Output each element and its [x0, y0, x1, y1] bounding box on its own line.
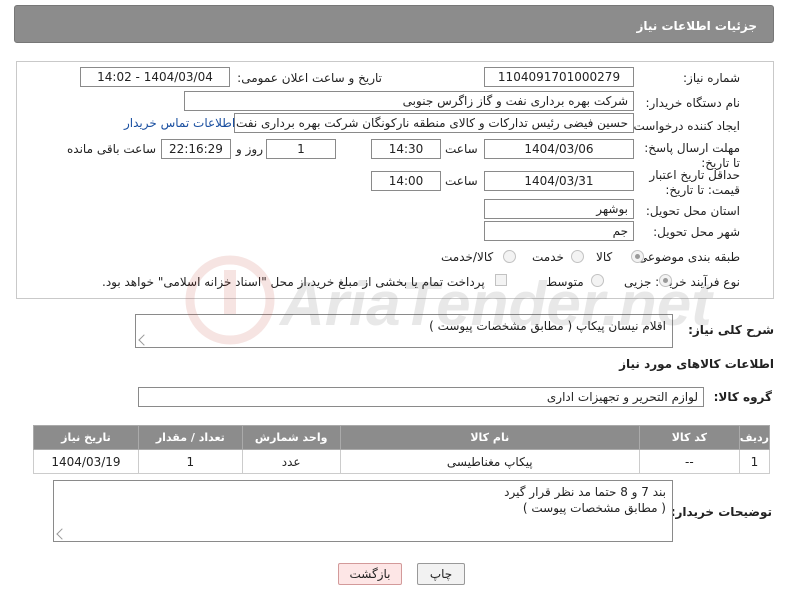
- deadline-date-field: 1404/03/06: [484, 139, 634, 159]
- col-code: کد کالا: [638, 425, 740, 450]
- back-button[interactable]: بازگشت: [338, 563, 402, 585]
- category-both-label: کالا/خدمت: [441, 250, 494, 264]
- cell-name: پیکاپ مغناطیسی: [339, 449, 640, 474]
- creator-label: ایجاد کننده درخواست:: [629, 119, 740, 133]
- col-index: ردیف: [738, 425, 771, 450]
- cell-unit: عدد: [241, 449, 341, 474]
- goods-table-header: ردیف کد کالا نام کالا واحد شمارش تعداد /…: [33, 425, 771, 450]
- cell-index: 1: [738, 449, 771, 474]
- cell-date: 1404/03/19: [33, 449, 139, 474]
- need-number-label: شماره نیاز:: [683, 71, 740, 85]
- province-label: استان محل تحویل:: [645, 204, 740, 218]
- buyer-notes-textarea[interactable]: بند 7 و 8 حتما مد نظر قرار گیرد ( مطابق …: [53, 480, 673, 542]
- cell-code: --: [638, 449, 740, 474]
- process-minor-label: جزیی: [624, 275, 652, 289]
- col-qty: تعداد / مقدار: [137, 425, 243, 450]
- col-name: نام کالا: [339, 425, 640, 450]
- days-label: روز و: [236, 142, 263, 156]
- remaining-time-field: 22:16:29: [161, 139, 231, 159]
- table-row[interactable]: 1 -- پیکاپ مغناطیسی عدد 1 1404/03/19: [33, 449, 771, 474]
- remaining-label: ساعت باقی مانده: [67, 142, 157, 156]
- need-number-field: 1104091701000279: [484, 67, 634, 87]
- goods-table: ردیف کد کالا نام کالا واحد شمارش تعداد /…: [33, 425, 771, 474]
- col-unit: واحد شمارش: [241, 425, 341, 450]
- city-label: شهر محل تحویل:: [653, 225, 740, 239]
- buyer-notes-label: توضیحات خریدار:: [670, 505, 772, 519]
- deadline-time-label: ساعت: [445, 142, 478, 156]
- announce-date-field: 1404/03/04 - 14:02: [80, 67, 230, 87]
- process-medium-radio[interactable]: [591, 274, 604, 287]
- city-field: جم: [484, 221, 634, 241]
- resize-handle-icon[interactable]: [56, 528, 68, 540]
- category-service-radio[interactable]: [571, 250, 584, 263]
- description-text: اقلام نیسان پیکاپ ( مطابق مشخصات پیوست ): [429, 319, 666, 333]
- buyer-contact-link[interactable]: اطلاعات تماس خریدار: [124, 116, 235, 130]
- page-title: جزئیات اطلاعات نیاز: [636, 19, 757, 33]
- treasury-payment-checkbox[interactable]: [495, 274, 507, 286]
- category-service-label: خدمت: [532, 250, 564, 264]
- deadline-time-field: 14:30: [371, 139, 441, 159]
- buyer-notes-line2: ( مطابق مشخصات پیوست ): [522, 501, 666, 515]
- price-validity-time-label: ساعت: [445, 174, 478, 188]
- goods-group-field: لوازم التحریر و تجهیزات اداری: [138, 387, 704, 407]
- deadline-label: مهلت ارسال پاسخ: تا تاریخ:: [644, 141, 740, 170]
- price-validity-label: حداقل تاریخ اعتبار قیمت: تا تاریخ:: [649, 168, 740, 197]
- description-textarea[interactable]: اقلام نیسان پیکاپ ( مطابق مشخصات پیوست ): [135, 314, 673, 348]
- days-field: 1: [266, 139, 336, 159]
- category-both-radio[interactable]: [503, 250, 516, 263]
- process-medium-label: متوسط: [546, 275, 584, 289]
- buyer-field: شرکت بهره برداری نفت و گاز زاگرس جنوبی: [184, 91, 634, 111]
- buyer-notes-line1: بند 7 و 8 حتما مد نظر قرار گیرد: [504, 485, 666, 499]
- price-validity-date-field: 1404/03/31: [484, 171, 634, 191]
- announce-date-label: تاریخ و ساعت اعلان عمومی:: [237, 71, 382, 85]
- price-validity-time-field: 14:00: [371, 171, 441, 191]
- cell-qty: 1: [137, 449, 243, 474]
- goods-group-label: گروه کالا:: [713, 390, 772, 404]
- description-label: شرح کلی نیاز:: [688, 323, 774, 337]
- page-title-bar: جزئیات اطلاعات نیاز: [14, 5, 774, 43]
- payment-note: پرداخت تمام یا بخشی از مبلغ خرید،از محل …: [102, 275, 485, 289]
- goods-section-title: اطلاعات کالاهای مورد نیاز: [619, 357, 774, 371]
- buyer-label: نام دستگاه خریدار:: [645, 96, 741, 110]
- category-goods-radio[interactable]: [631, 250, 644, 263]
- print-button[interactable]: چاپ: [417, 563, 465, 585]
- category-goods-label: کالا: [596, 250, 613, 264]
- creator-field: حسین فیضی رئیس تدارکات و کالای منطقه نار…: [234, 113, 634, 133]
- resize-handle-icon[interactable]: [138, 334, 150, 346]
- province-field: بوشهر: [484, 199, 634, 219]
- category-label: طبقه بندی موضوعی:: [633, 250, 740, 264]
- process-minor-radio[interactable]: [659, 274, 672, 287]
- col-date: تاریخ نیاز: [33, 425, 139, 450]
